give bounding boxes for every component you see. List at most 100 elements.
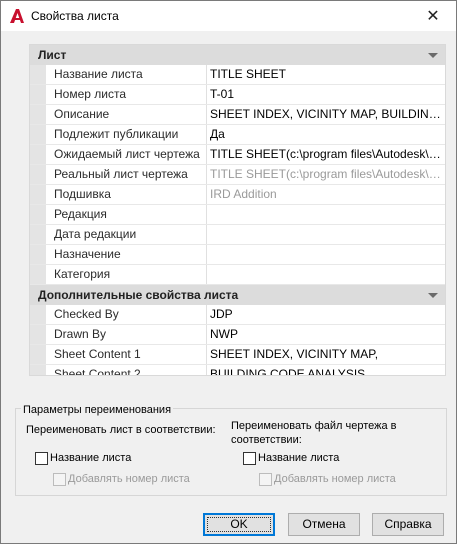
property-label: Подшивка — [54, 187, 111, 201]
row-gutter — [30, 265, 46, 284]
section-sheet-header[interactable]: Лист — [30, 45, 445, 65]
property-label: Checked By — [54, 307, 119, 321]
property-value[interactable]: JDP — [210, 305, 442, 324]
right-sheet-name-label[interactable]: Название листа — [258, 452, 339, 465]
property-label: Ожидаемый лист чертежа — [54, 147, 200, 161]
chevron-down-icon[interactable] — [428, 53, 438, 58]
property-row[interactable]: Drawn By NWP — [30, 325, 445, 345]
right-add-number-label: Добавлять номер листа — [274, 473, 396, 485]
row-gutter — [30, 145, 46, 164]
right-sheet-name-checkbox[interactable] — [243, 452, 256, 465]
property-label: Drawn By — [54, 327, 107, 341]
sheet-properties-dialog: Свойства листа ✕ Лист Название листа TITL… — [0, 0, 457, 544]
property-label: Подлежит публикации — [54, 127, 179, 141]
column-divider — [206, 205, 207, 224]
property-row[interactable]: Категория — [30, 265, 445, 285]
property-value[interactable]: NWP — [210, 325, 442, 344]
property-row[interactable]: Описание SHEET INDEX, VICINITY MAP, BUILD… — [30, 105, 445, 125]
rename-group-title: Параметры переименования — [21, 404, 174, 416]
sheet-rows: Название листа TITLE SHEET Номер листа T-01… — [30, 65, 445, 285]
property-value[interactable]: Да — [210, 125, 442, 144]
property-row[interactable]: Sheet Content 2 BUILDING CODE ANALYSIS — [30, 365, 445, 376]
row-gutter — [30, 305, 46, 324]
column-divider — [206, 265, 207, 284]
property-row[interactable]: Редакция — [30, 205, 445, 225]
property-value[interactable]: TITLE SHEET — [210, 65, 442, 84]
rename-file-heading: Переименовать файл чертежа в соответстви… — [231, 420, 397, 446]
property-value[interactable]: BUILDING CODE ANALYSIS — [210, 365, 442, 375]
property-value[interactable] — [210, 245, 442, 264]
property-value[interactable]: SHEET INDEX, VICINITY MAP, BUILDING... — [210, 105, 442, 124]
left-add-number-checkbox — [53, 473, 66, 486]
row-gutter — [30, 245, 46, 264]
cancel-button[interactable]: Отмена — [288, 513, 360, 536]
title-bar: Свойства листа ✕ — [1, 1, 456, 31]
column-divider — [206, 305, 207, 324]
window-title: Свойства листа — [31, 9, 119, 23]
column-divider — [206, 325, 207, 344]
property-value[interactable]: T-01 — [210, 85, 442, 104]
column-divider — [206, 245, 207, 264]
property-row[interactable]: Checked By JDP — [30, 305, 445, 325]
left-sheet-name-checkbox[interactable] — [35, 452, 48, 465]
property-label: Описание — [54, 107, 110, 121]
left-sheet-name-label[interactable]: Название листа — [50, 452, 131, 465]
property-value[interactable]: TITLE SHEET(c:\program files\Autodesk\a.… — [210, 165, 442, 184]
property-row[interactable]: Реальный лист чертежа TITLE SHEET(c:\prog… — [30, 165, 445, 185]
property-row[interactable]: Подлежит публикации Да — [30, 125, 445, 145]
property-row[interactable]: Sheet Content 1 SHEET INDEX, VICINITY MAP… — [30, 345, 445, 365]
property-value[interactable]: SHEET INDEX, VICINITY MAP, — [210, 345, 442, 364]
row-gutter — [30, 125, 46, 144]
row-gutter — [30, 185, 46, 204]
property-value[interactable] — [210, 265, 442, 284]
property-label: Назначение — [54, 247, 121, 261]
help-button-label: Справка — [384, 517, 432, 531]
column-divider — [206, 125, 207, 144]
property-label: Реальный лист чертежа — [54, 167, 188, 181]
property-value[interactable]: IRD Addition — [210, 185, 442, 204]
property-row[interactable]: Назначение — [30, 245, 445, 265]
property-label: Sheet Content 2 — [54, 367, 141, 376]
row-gutter — [30, 325, 46, 344]
column-divider — [206, 365, 207, 375]
row-gutter — [30, 225, 46, 244]
column-divider — [206, 165, 207, 184]
close-icon[interactable]: ✕ — [410, 1, 456, 31]
section-extra-title: Дополнительные свойства листа — [38, 288, 239, 302]
property-label: Номер листа — [54, 87, 127, 101]
property-label: Дата редакции — [54, 227, 137, 241]
help-button[interactable]: Справка — [372, 513, 444, 536]
row-gutter — [30, 165, 46, 184]
property-label: Sheet Content 1 — [54, 347, 141, 361]
property-value[interactable] — [210, 225, 442, 244]
property-value[interactable]: TITLE SHEET(c:\program files\Autodesk\a.… — [210, 145, 442, 164]
ok-button[interactable]: OK — [203, 513, 275, 536]
cancel-button-label: Отмена — [302, 517, 346, 531]
column-divider — [206, 85, 207, 104]
row-gutter — [30, 365, 46, 375]
extra-rows: Checked By JDP Drawn By NWP Sheet Content 1S… — [30, 305, 445, 376]
column-divider — [206, 105, 207, 124]
property-label: Название листа — [54, 67, 143, 81]
section-sheet-title: Лист — [38, 48, 67, 62]
column-divider — [206, 145, 207, 164]
property-label: Категория — [54, 267, 111, 281]
property-row[interactable]: Ожидаемый лист чертежа TITLE SHEET(c:\pro… — [30, 145, 445, 165]
right-add-number-checkbox — [259, 473, 272, 486]
autocad-logo-icon — [8, 7, 26, 25]
property-label: Редакция — [54, 207, 107, 221]
row-gutter — [30, 65, 46, 84]
property-row[interactable]: Дата редакции — [30, 225, 445, 245]
column-divider — [206, 225, 207, 244]
chevron-down-icon[interactable] — [428, 293, 438, 298]
property-row[interactable]: Название листа TITLE SHEET — [30, 65, 445, 85]
column-divider — [206, 345, 207, 364]
property-row[interactable]: Подшивка IRD Addition — [30, 185, 445, 205]
properties-grid: Лист Название листа TITLE SHEET Номер лист… — [29, 44, 446, 376]
section-extra-header[interactable]: Дополнительные свойства листа — [30, 285, 445, 305]
property-row[interactable]: Номер листа T-01 — [30, 85, 445, 105]
property-value[interactable] — [210, 205, 442, 224]
row-gutter — [30, 345, 46, 364]
row-gutter — [30, 85, 46, 104]
column-divider — [206, 185, 207, 204]
